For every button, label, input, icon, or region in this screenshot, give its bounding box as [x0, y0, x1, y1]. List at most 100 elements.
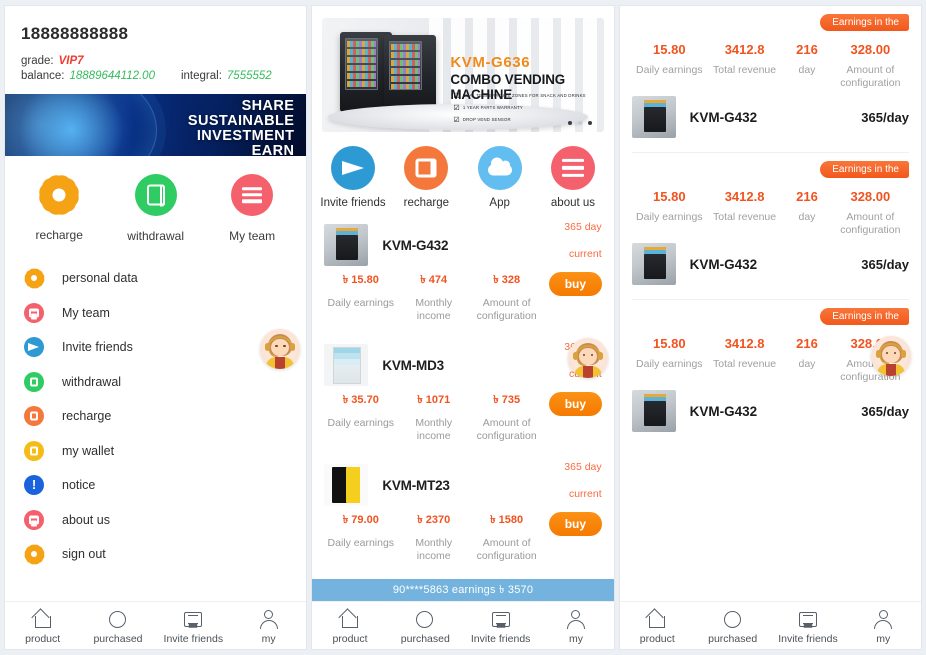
product-body: KVM-G636 COMBO VENDING MACHINE DUAL TEMP…	[312, 6, 613, 579]
banner-dots[interactable]	[567, 121, 592, 125]
order-card[interactable]: Earnings in the 15.80 Daily earnings 341…	[620, 300, 921, 442]
buy-button[interactable]: buy	[549, 392, 602, 416]
stat-value: 3412.8	[724, 336, 765, 351]
tab-invite-friends[interactable]: Invite friends	[156, 602, 231, 649]
quick-invite-friends[interactable]: Invite friends	[316, 146, 389, 209]
menu-item-label: recharge	[62, 409, 112, 424]
banner-dot[interactable]	[577, 121, 582, 125]
quick-label: Invite friends	[320, 197, 386, 209]
tab-purchased[interactable]: purchased	[80, 602, 155, 649]
menu-item-about-us[interactable]: about us	[5, 503, 306, 538]
stat-value: ৳ 474	[420, 274, 448, 286]
quick-action-row: recharge withdrawal My team	[5, 156, 306, 257]
stat-label: Amount of configuration	[476, 417, 537, 442]
buy-button[interactable]: buy	[549, 272, 602, 296]
stat-label: Amount of configuration	[840, 211, 901, 236]
home-icon	[339, 609, 361, 630]
stat-daily-earnings: ৳ 15.80 Daily earnings	[324, 271, 397, 310]
order-card[interactable]: Earnings in the 15.80 Daily earnings 341…	[620, 6, 921, 148]
avatar-body	[876, 364, 905, 376]
banner-dot[interactable]	[587, 121, 592, 125]
stat-monthly-income: ৳ 1071 Monthly income	[397, 391, 470, 443]
headset-mic	[269, 350, 279, 357]
stat-label: Monthly income	[415, 537, 453, 562]
stat-value: 3412.8	[724, 189, 765, 204]
menu-item-recharge[interactable]: recharge	[5, 399, 306, 434]
tab-my[interactable]: my	[231, 602, 306, 649]
tab-label: my	[261, 633, 276, 645]
status-badge: Earnings in the	[820, 161, 909, 178]
quick-action-label: My team	[229, 229, 276, 243]
banner-feature: DROP VEND SENSOR	[453, 116, 511, 124]
wallet-icon	[24, 440, 44, 461]
promo-banner[interactable]: SHARE SUSTAINABLE INVESTMENT EARN	[5, 94, 307, 156]
quick-action-recharge[interactable]: recharge	[11, 174, 107, 243]
product-name: KVM-G432	[689, 109, 758, 125]
tab-my[interactable]: my	[846, 602, 921, 649]
stat-value: 216	[796, 42, 818, 57]
tab-invite-friends[interactable]: Invite friends	[463, 602, 538, 649]
tab-product[interactable]: product	[312, 602, 387, 649]
product-term-block: 365 day current	[564, 461, 601, 500]
gear-icon	[24, 544, 44, 564]
menu-item-notice[interactable]: ! notice	[5, 468, 306, 503]
notice-icon: !	[24, 475, 44, 496]
tab-product[interactable]: product	[620, 602, 695, 649]
menu-item-label: personal data	[62, 271, 138, 286]
stat-monthly-income: ৳ 474 Monthly income	[397, 271, 470, 323]
tab-purchased[interactable]: purchased	[695, 602, 770, 649]
phone-purchased-screen: Earnings in the 15.80 Daily earnings 341…	[618, 5, 922, 650]
menu-item-withdrawal[interactable]: withdrawal	[5, 365, 306, 400]
quick-recharge[interactable]: recharge	[390, 146, 463, 209]
profile-body: 18888888888 grade: VIP7 balance: 188896441…	[5, 6, 307, 601]
tab-product[interactable]: product	[5, 602, 80, 649]
stat-value: 3412.8	[724, 42, 765, 57]
balance-label: balance:	[21, 70, 65, 82]
stat-label: Daily earnings	[327, 417, 395, 429]
product-term: 365 day	[564, 221, 602, 233]
order-product: KVM-G432 365/day	[631, 386, 909, 436]
tab-purchased[interactable]: purchased	[388, 602, 463, 649]
menu-item-my-team[interactable]: My team	[5, 296, 306, 331]
customer-service-avatar[interactable]	[567, 338, 608, 378]
product-name: KVM-G432	[689, 256, 758, 272]
menu-item-label: about us	[62, 512, 110, 527]
tab-invite-friends[interactable]: Invite friends	[770, 602, 845, 649]
avatar-body	[266, 357, 295, 369]
quick-action-withdrawal[interactable]: withdrawal	[107, 174, 203, 243]
stat-daily-earnings: ৳ 35.70 Daily earnings	[324, 391, 397, 430]
stat-label: Monthly income	[415, 417, 453, 442]
quick-label: about us	[550, 197, 596, 209]
stat-value: ৳ 79.00	[342, 514, 379, 526]
quick-action-my-team[interactable]: My team	[204, 174, 300, 243]
headset-mic	[879, 357, 889, 364]
tab-my[interactable]: my	[538, 602, 613, 649]
banner-dot[interactable]	[567, 121, 572, 125]
tab-label: my	[568, 633, 583, 645]
product-name: KVM-MD3	[382, 357, 444, 373]
stat-value: ৳ 1071	[417, 394, 451, 406]
product-thumbnail	[324, 344, 369, 386]
quick-label: App	[489, 197, 510, 209]
recharge-icon	[24, 406, 44, 427]
purchased-body: Earnings in the 15.80 Daily earnings 341…	[620, 6, 921, 601]
ticket-icon	[182, 609, 204, 630]
hero-banner[interactable]: KVM-G636 COMBO VENDING MACHINE DUAL TEMP…	[322, 18, 604, 132]
product-name: KVM-G432	[382, 237, 449, 253]
quick-about-us[interactable]: about us	[536, 146, 609, 209]
withdrawal-icon	[134, 174, 177, 216]
stat-total-revenue: 3412.8 Total revenue	[707, 336, 782, 384]
stat-config-amount: ৳ 328 Amount of configuration	[470, 271, 543, 323]
menu-item-sign-out[interactable]: sign out	[5, 537, 306, 572]
headset-cup-right	[597, 352, 603, 360]
customer-service-avatar[interactable]	[870, 336, 911, 376]
profile-menu: personal data My team Invite friends wit…	[5, 257, 306, 572]
circle-icon	[107, 609, 129, 630]
banner-model: KVM-G636	[450, 54, 531, 71]
quick-action-label: recharge	[35, 228, 83, 242]
menu-item-personal-data[interactable]: personal data	[5, 261, 306, 296]
buy-button[interactable]: buy	[549, 512, 602, 536]
quick-app[interactable]: App	[463, 146, 536, 209]
order-card[interactable]: Earnings in the 15.80 Daily earnings 341…	[620, 153, 921, 295]
menu-item-my-wallet[interactable]: my wallet	[5, 434, 306, 469]
